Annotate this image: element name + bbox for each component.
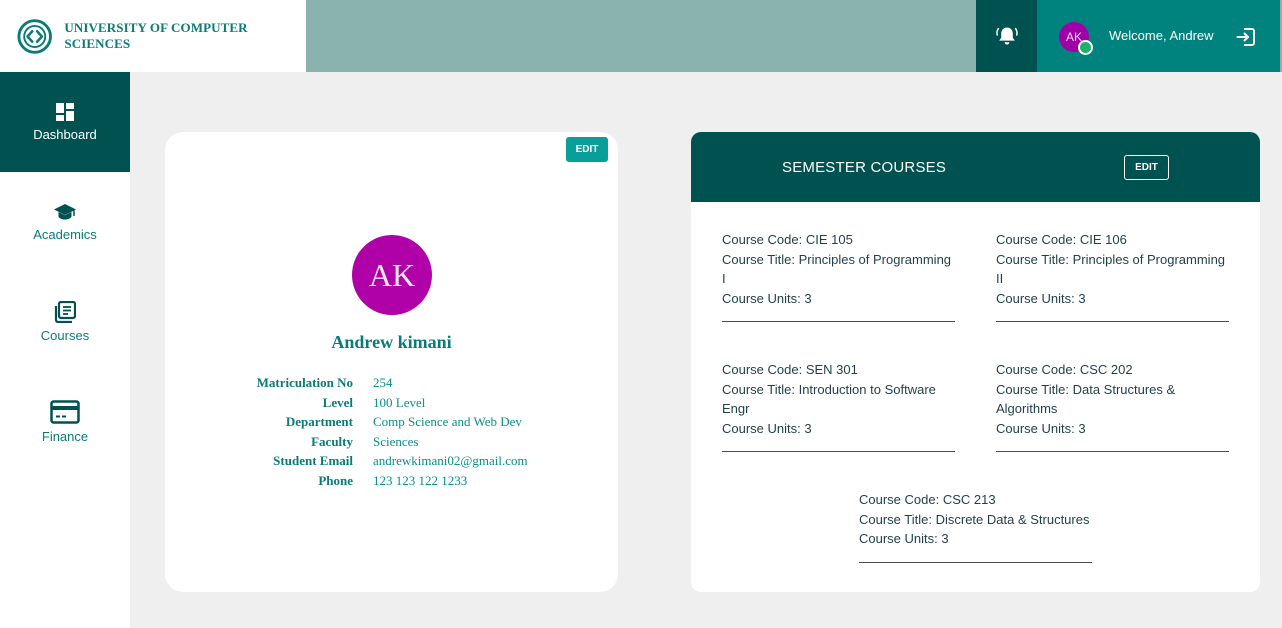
info-value: andrewkimani02@gmail.com: [373, 453, 528, 468]
info-label: Phone: [318, 473, 353, 488]
sidebar-item-courses[interactable]: Courses: [0, 272, 130, 372]
sidebar-item-dashboard[interactable]: Dashboard: [0, 72, 130, 172]
student-profile-card: EDIT AK Andrew kimani Matriculation No 2…: [165, 132, 618, 592]
course-title: Course Title: Introduction to Software E…: [722, 381, 936, 417]
course-code: Course Code: CSC 202: [996, 362, 1133, 377]
course-divider: [859, 562, 1092, 563]
info-row-faculty: Faculty Sciences: [165, 434, 618, 454]
info-value: 254: [373, 375, 393, 390]
logout-icon[interactable]: [1235, 26, 1257, 48]
sidebar-item-label: Dashboard: [33, 127, 97, 142]
dashboard-icon: [56, 103, 74, 121]
welcome-message: Welcome, Andrew: [1109, 28, 1214, 43]
top-header: UNIVERSITY OF COMPUTER SCIENCES AK Welco…: [0, 0, 1282, 72]
course-divider: [996, 321, 1229, 322]
courses-title: SEMESTER COURSES: [782, 159, 947, 176]
info-label: Matriculation No: [256, 375, 353, 390]
info-row-level: Level 100 Level: [165, 395, 618, 415]
student-avatar: AK: [352, 235, 432, 315]
info-label: Level: [322, 395, 353, 410]
semester-courses-card: SEMESTER COURSES EDIT Course Code: CIE 1…: [691, 132, 1260, 592]
info-label: Student Email: [273, 453, 353, 468]
sidebar-item-academics[interactable]: Academics: [0, 172, 130, 272]
course-item: Course Code: CIE 105 Course Title: Princ…: [722, 230, 955, 308]
course-title: Course Title: Data Structures & Algorith…: [996, 381, 1176, 417]
course-item: Course Code: CIE 106 Course Title: Princ…: [996, 230, 1229, 308]
edit-profile-button[interactable]: EDIT: [566, 137, 608, 162]
graduation-cap-icon: [54, 204, 76, 220]
info-label: Department: [285, 414, 353, 429]
info-value: Sciences: [373, 434, 419, 449]
info-value: 100 Level: [373, 395, 426, 410]
course-code: Course Code: CIE 105: [722, 232, 853, 247]
books-icon: [54, 301, 76, 323]
sidebar-item-finance[interactable]: Finance: [0, 372, 130, 472]
online-status-indicator: [1078, 40, 1093, 55]
course-divider: [996, 451, 1229, 452]
notifications-button[interactable]: [976, 0, 1037, 72]
bell-icon: [995, 27, 1018, 45]
logo-area[interactable]: UNIVERSITY OF COMPUTER SCIENCES: [0, 0, 306, 72]
course-title: Course Title: Principles of Programming …: [996, 251, 1226, 287]
info-value: Comp Science and Web Dev: [373, 414, 522, 429]
course-code: Course Code: CSC 213: [859, 492, 996, 507]
course-units: Course Units: 3: [996, 290, 1086, 306]
course-title: Course Title: Principles of Programming …: [722, 251, 952, 287]
code-brackets-logo-icon: [17, 18, 52, 54]
info-value: 123 123 122 1233: [373, 473, 468, 488]
info-row-matriculation: Matriculation No 254: [165, 375, 618, 395]
student-name: Andrew kimani: [331, 332, 452, 352]
info-row-phone: Phone 123 123 122 1233: [165, 473, 618, 493]
edit-courses-button[interactable]: EDIT: [1124, 155, 1169, 180]
course-units: Course Units: 3: [722, 290, 812, 306]
course-code: Course Code: CIE 106: [996, 232, 1127, 247]
course-divider: [722, 451, 955, 452]
info-row-email: Student Email andrewkimani02@gmail.com: [165, 453, 618, 473]
course-item: Course Code: SEN 301 Course Title: Intro…: [722, 360, 955, 438]
info-row-department: Department Comp Science and Web Dev: [165, 414, 618, 434]
university-name: UNIVERSITY OF COMPUTER SCIENCES: [64, 20, 248, 51]
course-units: Course Units: 3: [722, 420, 812, 436]
sidebar-nav: Dashboard Academics Courses Finance: [0, 72, 130, 628]
course-item: Course Code: CSC 202 Course Title: Data …: [996, 360, 1229, 438]
credit-card-icon: [50, 400, 80, 424]
course-divider: [722, 321, 955, 322]
info-label: Faculty: [311, 434, 353, 449]
course-title: Course Title: Discrete Data & Structures: [859, 511, 1090, 527]
sidebar-item-label: Courses: [40, 328, 90, 343]
course-code: Course Code: SEN 301: [722, 362, 858, 377]
course-item: Course Code: CSC 213 Course Title: Discr…: [859, 490, 1092, 549]
user-panel: AK Welcome, Andrew: [1037, 0, 1280, 72]
course-units: Course Units: 3: [996, 420, 1086, 436]
courses-card-header: SEMESTER COURSES EDIT: [691, 132, 1260, 202]
sidebar-item-label: Academics: [33, 227, 97, 242]
sidebar-item-label: Finance: [41, 429, 89, 444]
course-units: Course Units: 3: [859, 531, 949, 546]
